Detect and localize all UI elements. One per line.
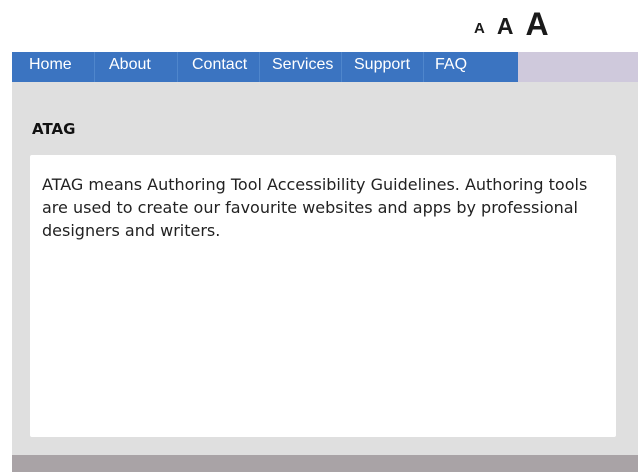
- font-size-medium-button[interactable]: A: [497, 15, 514, 44]
- content-card: ATAG means Authoring Tool Accessibility …: [30, 155, 616, 437]
- main-navigation: Home About Contact Services Support FAQ: [12, 52, 518, 82]
- nav-item-support[interactable]: Support: [342, 52, 424, 82]
- section-heading: ATAG: [32, 120, 76, 138]
- nav-item-contact[interactable]: Contact: [178, 52, 260, 82]
- font-size-small-button[interactable]: A: [474, 21, 485, 44]
- nav-spacer: [518, 52, 638, 82]
- nav-item-faq[interactable]: FAQ: [424, 52, 518, 82]
- nav-item-home[interactable]: Home: [12, 52, 95, 82]
- content-paragraph: ATAG means Authoring Tool Accessibility …: [42, 175, 588, 240]
- font-size-large-button[interactable]: A: [525, 8, 548, 44]
- footer-bar: [12, 455, 638, 472]
- nav-item-services[interactable]: Services: [260, 52, 342, 82]
- nav-item-about[interactable]: About: [95, 52, 178, 82]
- font-size-controls: A A A: [474, 4, 549, 44]
- main-content-area: ATAG ATAG means Authoring Tool Accessibi…: [12, 82, 638, 455]
